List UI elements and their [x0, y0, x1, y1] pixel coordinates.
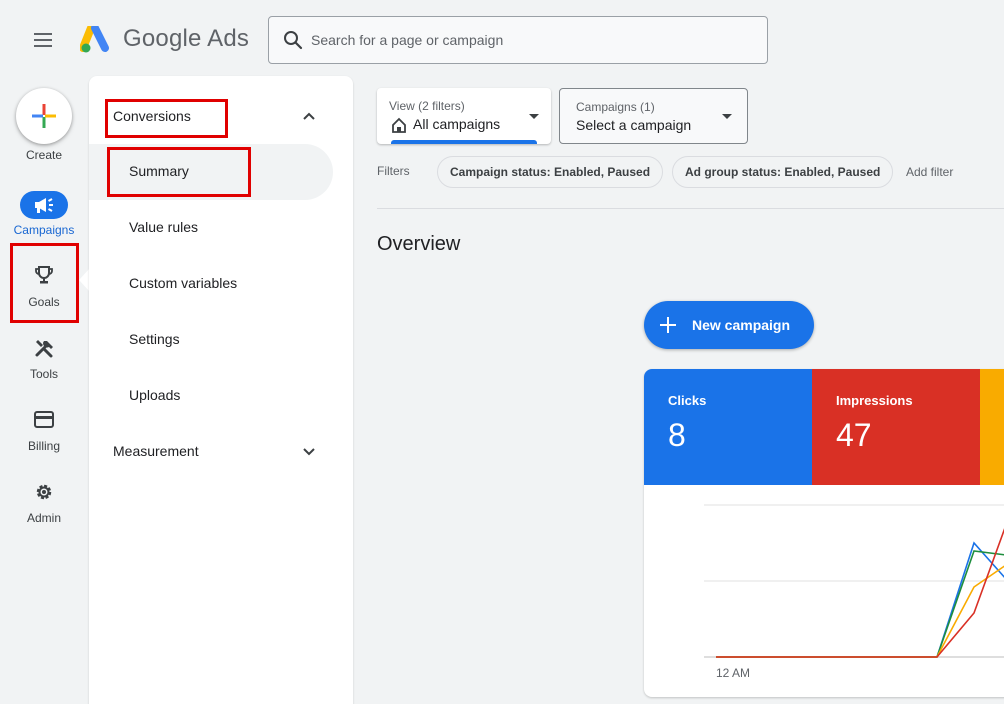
metric-name: Impressions	[836, 393, 913, 408]
search-icon	[284, 31, 303, 50]
rail-label-tools: Tools	[29, 367, 58, 381]
brand-name: Google Ads	[123, 25, 250, 52]
green-series-line	[716, 550, 1004, 658]
plus-icon	[32, 104, 56, 128]
rail-label-billing: Billing	[27, 439, 60, 453]
create-button[interactable]	[16, 88, 72, 144]
rail-label-admin: Admin	[26, 511, 61, 525]
campaign-selector[interactable]: Campaigns (1) Select a campaign	[559, 88, 748, 144]
metric-tile-clicks[interactable]: Clicks 8	[644, 369, 812, 485]
metric-name: Clicks	[668, 393, 707, 408]
rail-item-billing[interactable]: Billing	[0, 404, 88, 456]
home-icon	[392, 117, 406, 133]
plus-icon	[660, 317, 676, 333]
nav-item-value-rules[interactable]: Value rules	[89, 200, 353, 256]
new-campaign-label: New campaign	[692, 317, 791, 333]
dropdown-arrow-icon	[529, 114, 539, 119]
campaign-selector-value: Select a campaign	[576, 117, 692, 133]
campaigns-pill	[20, 191, 68, 219]
campaign-selector-count: Campaigns (1)	[576, 100, 655, 114]
orange-series-line	[716, 565, 1004, 658]
rail-label-goals: Goals	[28, 295, 60, 309]
metric-value: 8	[668, 417, 686, 453]
filters-divider	[377, 208, 1004, 209]
performance-chart: 12 AM	[704, 504, 1004, 680]
filters-label: Filters	[377, 164, 410, 178]
chevron-up-icon	[303, 112, 315, 120]
nav-value-rules-label: Value rules	[129, 219, 199, 235]
trophy-icon	[35, 266, 53, 284]
nav-item-custom-variables[interactable]: Custom variables	[89, 256, 353, 312]
nav-custom-variables-label: Custom variables	[129, 275, 238, 291]
rail-item-goals[interactable]: Goals	[0, 260, 88, 312]
nav-item-summary[interactable]: Summary	[89, 144, 333, 200]
add-filter-link[interactable]: Add filter	[906, 165, 953, 179]
view-filter-selector[interactable]: View (2 filters) All campaigns	[377, 88, 551, 144]
google-ads-logo-icon	[79, 24, 112, 54]
new-campaign-button[interactable]: New campaign	[644, 301, 814, 349]
clicks-series-line	[716, 541, 1004, 658]
megaphone-icon	[35, 198, 53, 213]
chart-x-tick-label: 12 AM	[716, 666, 750, 680]
metric-value: 47	[836, 417, 872, 453]
chevron-down-icon	[303, 448, 315, 456]
metric-tile-third[interactable]	[980, 369, 1004, 485]
overview-metrics-card: Clicks 8 Impressions 47 12 AM	[644, 369, 1004, 697]
search-input[interactable]	[311, 27, 751, 53]
search-bar[interactable]	[268, 16, 768, 64]
nav-measurement-label: Measurement	[113, 443, 199, 459]
credit-card-icon	[34, 411, 54, 428]
view-filter-value: All campaigns	[413, 116, 501, 132]
metric-tile-impressions[interactable]: Impressions 47	[812, 369, 980, 485]
rail-item-admin[interactable]: Admin	[0, 476, 88, 528]
rail-item-tools[interactable]: Tools	[0, 332, 88, 384]
filter-chip-adgroup-status[interactable]: Ad group status: Enabled, Paused	[672, 156, 894, 188]
create-label: Create	[25, 148, 63, 162]
nav-item-uploads[interactable]: Uploads	[89, 368, 353, 424]
page-title: Overview	[377, 233, 461, 255]
rail-item-campaigns[interactable]: Campaigns	[0, 188, 88, 240]
impressions-series-line	[716, 528, 1004, 658]
nav-conversions-label: Conversions	[113, 108, 191, 124]
nav-item-settings[interactable]: Settings	[89, 312, 353, 368]
goals-subnav: Conversions Summary Value rules Custom v…	[89, 76, 353, 704]
filter-chip-campaign-status[interactable]: Campaign status: Enabled, Paused	[437, 156, 664, 188]
nav-section-measurement[interactable]: Measurement	[89, 424, 353, 480]
nav-uploads-label: Uploads	[129, 387, 181, 403]
dropdown-arrow-icon	[722, 114, 732, 119]
nav-settings-label: Settings	[129, 331, 180, 347]
tools-icon	[35, 340, 53, 358]
main-menu-icon[interactable]	[33, 32, 53, 48]
nav-section-conversions[interactable]: Conversions	[89, 88, 353, 144]
view-filter-count: View (2 filters)	[389, 99, 465, 113]
gear-icon	[36, 484, 52, 500]
view-active-indicator	[391, 140, 537, 144]
nav-summary-label: Summary	[129, 163, 189, 179]
rail-label-campaigns: Campaigns	[13, 223, 75, 237]
